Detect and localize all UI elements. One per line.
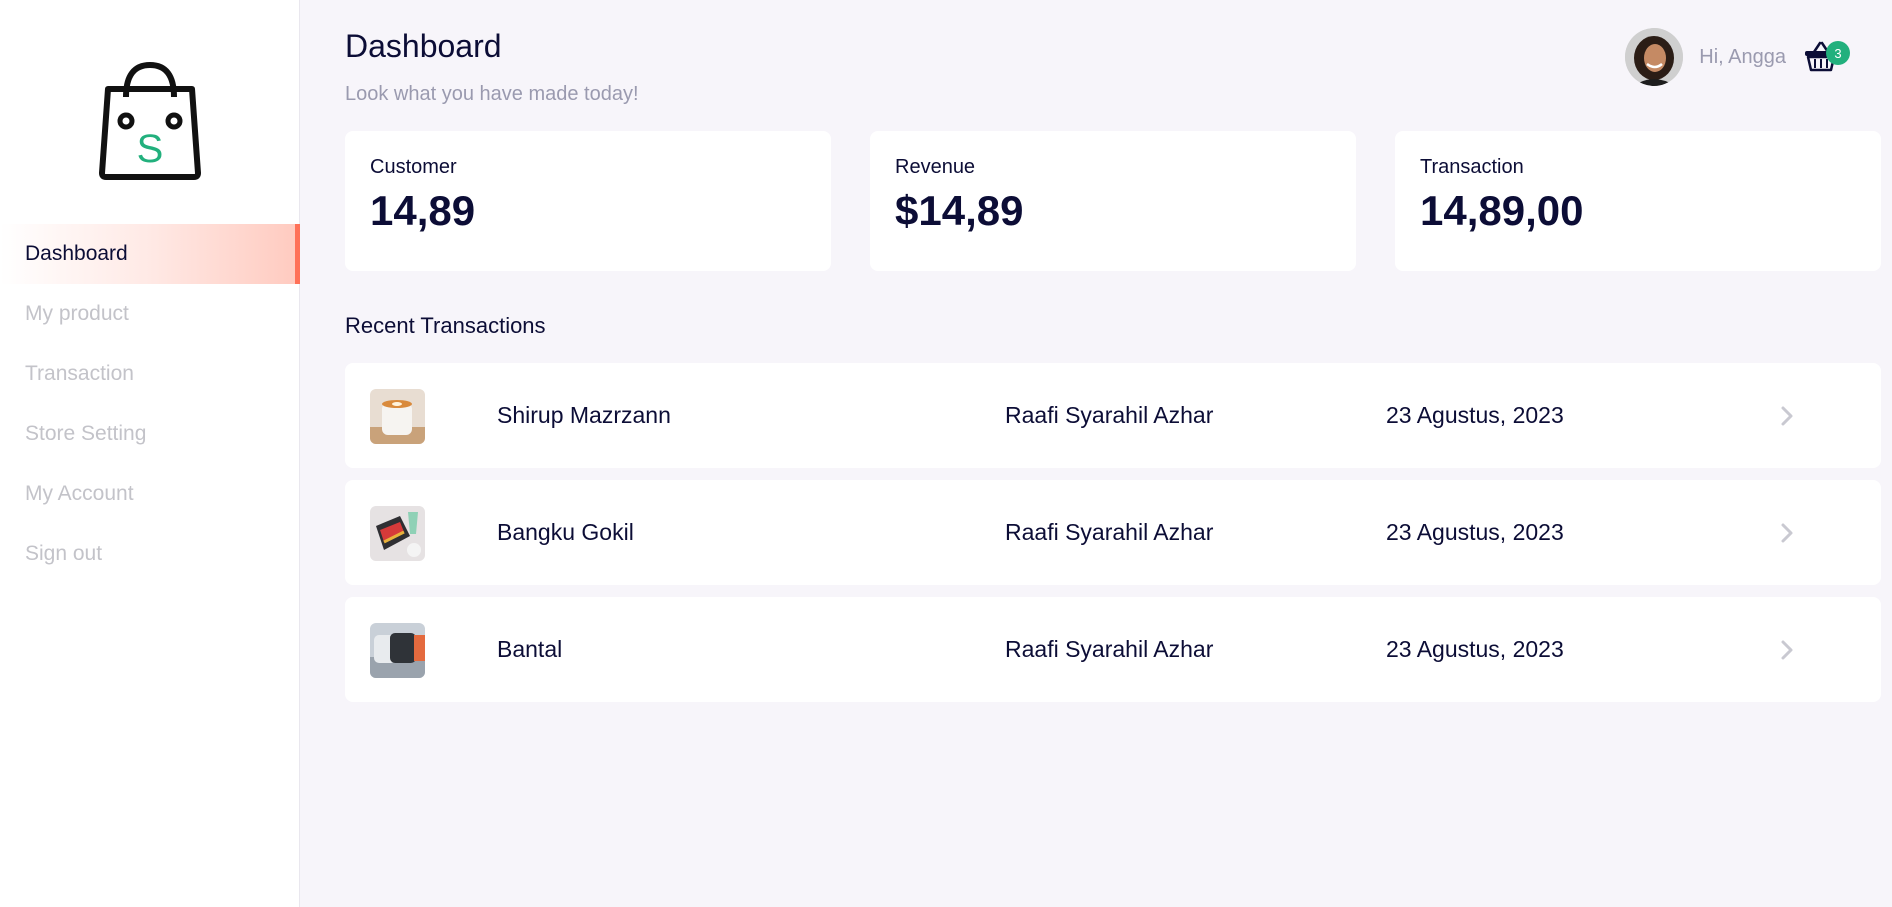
sidebar-nav: Dashboard My product Transaction Store S… — [0, 224, 300, 584]
sidebar-item-dashboard[interactable]: Dashboard — [0, 224, 300, 284]
sidebar-item-my-account[interactable]: My Account — [0, 464, 300, 524]
transaction-product: Bangku Gokil — [497, 519, 634, 545]
table-row[interactable]: Bangku Gokil Raafi Syarahil Azhar 23 Agu… — [345, 480, 1881, 585]
coffee-cup-thumbnail — [370, 389, 425, 444]
transaction-list: Shirup Mazrzann Raafi Syarahil Azhar 23 … — [345, 363, 1881, 714]
transaction-product: Bantal — [497, 636, 563, 662]
transaction-date: 23 Agustus, 2023 — [1386, 636, 1564, 662]
transaction-date: 23 Agustus, 2023 — [1386, 402, 1564, 428]
cart-button[interactable]: 3 — [1804, 40, 1852, 74]
table-row[interactable]: Bantal Raafi Syarahil Azhar 23 Agustus, … — [345, 597, 1881, 702]
chair-thumbnail — [370, 506, 425, 561]
avatar[interactable] — [1625, 28, 1684, 86]
stat-label: Revenue — [895, 156, 976, 178]
sidebar-item-store-setting[interactable]: Store Setting — [0, 404, 300, 464]
sidebar: S Dashboard My product Transaction Store… — [0, 0, 300, 907]
stat-label: Transaction — [1420, 156, 1524, 178]
transaction-date: 23 Agustus, 2023 — [1386, 519, 1564, 545]
transaction-product: Shirup Mazrzann — [497, 402, 671, 428]
stat-value: $14,89 — [895, 187, 1024, 234]
pillow-thumbnail — [370, 623, 425, 678]
table-row[interactable]: Shirup Mazrzann Raafi Syarahil Azhar 23 … — [345, 363, 1881, 468]
page-subtitle: Look what you have made today! — [345, 83, 639, 105]
stat-value: 14,89 — [370, 187, 476, 234]
user-greeting: Hi, Angga — [1699, 45, 1786, 68]
stat-card-customer: Customer 14,89 — [345, 131, 831, 271]
store-logo-icon[interactable]: S — [98, 55, 202, 181]
sidebar-item-my-product[interactable]: My product — [0, 284, 300, 344]
stat-card-transaction: Transaction 14,89,00 — [1395, 131, 1881, 271]
logo-letter: S — [137, 127, 164, 171]
chevron-right-icon[interactable] — [1780, 405, 1794, 427]
page-title: Dashboard — [345, 28, 502, 64]
transaction-customer: Raafi Syarahil Azhar — [1005, 636, 1214, 662]
main-content: Dashboard Look what you have made today!… — [345, 0, 1892, 907]
user-menu: Hi, Angga 3 — [1625, 28, 1852, 86]
chevron-right-icon[interactable] — [1780, 639, 1794, 661]
cart-count-badge: 3 — [1826, 41, 1850, 65]
stat-value: 14,89,00 — [1420, 187, 1584, 234]
sidebar-item-transaction[interactable]: Transaction — [0, 344, 300, 404]
recent-transactions-title: Recent Transactions — [345, 313, 546, 338]
stats-row: Customer 14,89 Revenue $14,89 Transactio… — [345, 131, 1881, 271]
chevron-right-icon[interactable] — [1780, 522, 1794, 544]
transaction-customer: Raafi Syarahil Azhar — [1005, 402, 1214, 428]
stat-card-revenue: Revenue $14,89 — [870, 131, 1356, 271]
transaction-customer: Raafi Syarahil Azhar — [1005, 519, 1214, 545]
stat-label: Customer — [370, 156, 457, 178]
sidebar-item-sign-out[interactable]: Sign out — [0, 524, 300, 584]
